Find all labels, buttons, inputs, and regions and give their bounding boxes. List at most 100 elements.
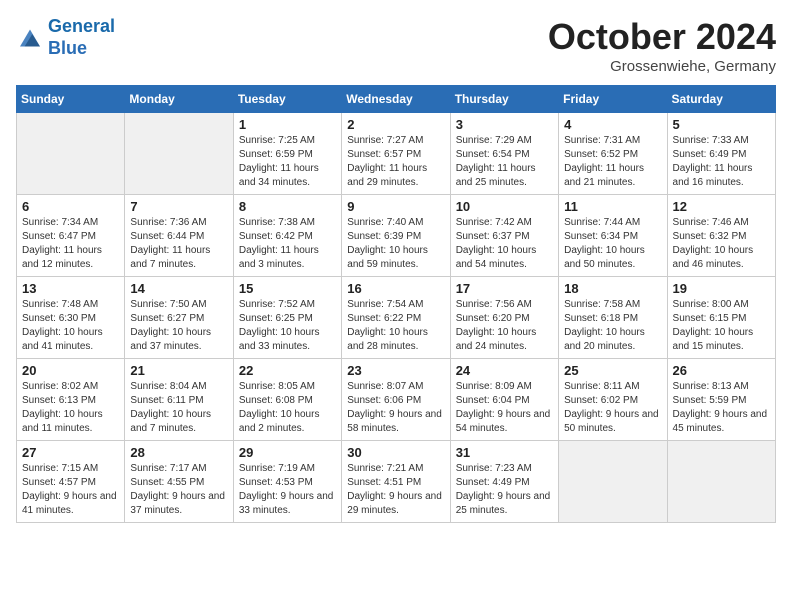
table-cell: 1 Sunrise: 7:25 AMSunset: 6:59 PMDaylight… <box>233 113 341 195</box>
logo-line2: Blue <box>48 38 87 58</box>
table-cell: 28Sunrise: 7:17 AMSunset: 4:55 PMDayligh… <box>125 441 233 523</box>
day-detail: Sunrise: 7:31 AMSunset: 6:52 PMDaylight:… <box>564 134 661 190</box>
logo-icon <box>18 28 42 48</box>
day-number: 4 <box>564 117 661 132</box>
day-number: 7 <box>130 199 227 214</box>
header-monday: Monday <box>125 86 233 113</box>
day-detail: Sunrise: 7:56 AMSunset: 6:20 PMDaylight:… <box>456 298 553 354</box>
day-detail: Sunrise: 7:34 AMSunset: 6:47 PMDaylight:… <box>22 216 119 272</box>
table-cell: 5Sunrise: 7:33 AMSunset: 6:49 PMDaylight… <box>667 113 775 195</box>
day-detail: Sunrise: 7:15 AMSunset: 4:57 PMDaylight:… <box>22 462 119 518</box>
table-cell: 26 Sunrise: 8:13 AMSunset: 5:59 PMDayligh… <box>667 359 775 441</box>
day-detail: Sunrise: 7:52 AMSunset: 6:25 PMDaylight:… <box>239 298 336 354</box>
day-number: 6 <box>22 199 119 214</box>
day-detail: Sunrise: 7:54 AMSunset: 6:22 PMDaylight:… <box>347 298 444 354</box>
day-detail: Sunrise: 7:25 AMSunset: 6:59 PMDaylight:… <box>239 134 336 190</box>
table-cell: 10 Sunrise: 7:42 AMSunset: 6:37 PMDayligh… <box>450 195 558 277</box>
page-header: General Blue October 2024 Grossenwiehe, … <box>16 16 776 75</box>
day-detail: Sunrise: 8:09 AMSunset: 6:04 PMDaylight:… <box>456 380 553 436</box>
calendar-table: SundayMondayTuesdayWednesdayThursdayFrid… <box>16 85 776 523</box>
header-sunday: Sunday <box>17 86 125 113</box>
day-number: 31 <box>456 445 553 460</box>
table-cell: 25 Sunrise: 8:11 AMSunset: 6:02 PMDayligh… <box>559 359 667 441</box>
day-detail: Sunrise: 8:11 AMSunset: 6:02 PMDaylight:… <box>564 380 661 436</box>
table-cell: 20 Sunrise: 8:02 AMSunset: 6:13 PMDayligh… <box>17 359 125 441</box>
table-cell <box>559 441 667 523</box>
day-detail: Sunrise: 7:42 AMSunset: 6:37 PMDaylight:… <box>456 216 553 272</box>
table-cell: 9Sunrise: 7:40 AMSunset: 6:39 PMDaylight… <box>342 195 450 277</box>
day-number: 16 <box>347 281 444 296</box>
table-cell: 17 Sunrise: 7:56 AMSunset: 6:20 PMDayligh… <box>450 277 558 359</box>
day-detail: Sunrise: 7:48 AMSunset: 6:30 PMDaylight:… <box>22 298 119 354</box>
week-row-2: 6 Sunrise: 7:34 AMSunset: 6:47 PMDaylight… <box>17 195 776 277</box>
table-cell: 4 Sunrise: 7:31 AMSunset: 6:52 PMDaylight… <box>559 113 667 195</box>
day-detail: Sunrise: 7:46 AMSunset: 6:32 PMDaylight:… <box>673 216 770 272</box>
table-cell: 24 Sunrise: 8:09 AMSunset: 6:04 PMDayligh… <box>450 359 558 441</box>
day-number: 26 <box>673 363 770 378</box>
table-cell: 13 Sunrise: 7:48 AMSunset: 6:30 PMDayligh… <box>17 277 125 359</box>
day-number: 9 <box>347 199 444 214</box>
header-friday: Friday <box>559 86 667 113</box>
table-cell: 6 Sunrise: 7:34 AMSunset: 6:47 PMDaylight… <box>17 195 125 277</box>
header-saturday: Saturday <box>667 86 775 113</box>
day-number: 21 <box>130 363 227 378</box>
logo: General Blue <box>16 16 115 59</box>
day-number: 20 <box>22 363 119 378</box>
day-number: 18 <box>564 281 661 296</box>
table-cell: 8 Sunrise: 7:38 AMSunset: 6:42 PMDaylight… <box>233 195 341 277</box>
table-cell: 7 Sunrise: 7:36 AMSunset: 6:44 PMDaylight… <box>125 195 233 277</box>
day-number: 2 <box>347 117 444 132</box>
day-detail: Sunrise: 7:23 AMSunset: 4:49 PMDaylight:… <box>456 462 553 518</box>
table-cell: 18 Sunrise: 7:58 AMSunset: 6:18 PMDayligh… <box>559 277 667 359</box>
table-cell: 11 Sunrise: 7:44 AMSunset: 6:34 PMDayligh… <box>559 195 667 277</box>
week-row-1: 1 Sunrise: 7:25 AMSunset: 6:59 PMDaylight… <box>17 113 776 195</box>
day-number: 12 <box>673 199 770 214</box>
day-detail: Sunrise: 7:38 AMSunset: 6:42 PMDaylight:… <box>239 216 336 272</box>
table-cell: 15Sunrise: 7:52 AMSunset: 6:25 PMDayligh… <box>233 277 341 359</box>
day-number: 10 <box>456 199 553 214</box>
day-number: 24 <box>456 363 553 378</box>
table-cell: 14Sunrise: 7:50 AMSunset: 6:27 PMDayligh… <box>125 277 233 359</box>
table-cell: 21 Sunrise: 8:04 AMSunset: 6:11 PMDayligh… <box>125 359 233 441</box>
week-row-3: 13 Sunrise: 7:48 AMSunset: 6:30 PMDayligh… <box>17 277 776 359</box>
header-thursday: Thursday <box>450 86 558 113</box>
week-row-4: 20 Sunrise: 8:02 AMSunset: 6:13 PMDayligh… <box>17 359 776 441</box>
header-tuesday: Tuesday <box>233 86 341 113</box>
day-detail: Sunrise: 8:02 AMSunset: 6:13 PMDaylight:… <box>22 380 119 436</box>
day-number: 11 <box>564 199 661 214</box>
day-number: 29 <box>239 445 336 460</box>
day-number: 8 <box>239 199 336 214</box>
day-number: 23 <box>347 363 444 378</box>
day-detail: Sunrise: 7:58 AMSunset: 6:18 PMDaylight:… <box>564 298 661 354</box>
day-number: 13 <box>22 281 119 296</box>
table-cell: 29 Sunrise: 7:19 AMSunset: 4:53 PMDayligh… <box>233 441 341 523</box>
day-number: 14 <box>130 281 227 296</box>
table-cell: 16 Sunrise: 7:54 AMSunset: 6:22 PMDayligh… <box>342 277 450 359</box>
day-detail: Sunrise: 7:36 AMSunset: 6:44 PMDaylight:… <box>130 216 227 272</box>
day-number: 17 <box>456 281 553 296</box>
table-cell: 30Sunrise: 7:21 AMSunset: 4:51 PMDayligh… <box>342 441 450 523</box>
day-detail: Sunrise: 7:27 AMSunset: 6:57 PMDaylight:… <box>347 134 444 190</box>
day-number: 25 <box>564 363 661 378</box>
day-detail: Sunrise: 8:13 AMSunset: 5:59 PMDaylight:… <box>673 380 770 436</box>
day-number: 1 <box>239 117 336 132</box>
table-cell: 22Sunrise: 8:05 AMSunset: 6:08 PMDayligh… <box>233 359 341 441</box>
day-detail: Sunrise: 8:07 AMSunset: 6:06 PMDaylight:… <box>347 380 444 436</box>
day-number: 5 <box>673 117 770 132</box>
table-cell: 31 Sunrise: 7:23 AMSunset: 4:49 PMDayligh… <box>450 441 558 523</box>
table-cell <box>125 113 233 195</box>
day-detail: Sunrise: 7:19 AMSunset: 4:53 PMDaylight:… <box>239 462 336 518</box>
table-cell: 23 Sunrise: 8:07 AMSunset: 6:06 PMDayligh… <box>342 359 450 441</box>
day-number: 30 <box>347 445 444 460</box>
day-number: 3 <box>456 117 553 132</box>
week-row-5: 27Sunrise: 7:15 AMSunset: 4:57 PMDayligh… <box>17 441 776 523</box>
table-cell: 27Sunrise: 7:15 AMSunset: 4:57 PMDayligh… <box>17 441 125 523</box>
day-detail: Sunrise: 7:44 AMSunset: 6:34 PMDaylight:… <box>564 216 661 272</box>
table-cell: 19Sunrise: 8:00 AMSunset: 6:15 PMDayligh… <box>667 277 775 359</box>
month-title: October 2024 <box>548 16 776 58</box>
day-detail: Sunrise: 8:04 AMSunset: 6:11 PMDaylight:… <box>130 380 227 436</box>
table-cell: 12 Sunrise: 7:46 AMSunset: 6:32 PMDayligh… <box>667 195 775 277</box>
location: Grossenwiehe, Germany <box>548 58 776 75</box>
day-detail: Sunrise: 7:17 AMSunset: 4:55 PMDaylight:… <box>130 462 227 518</box>
logo-line1: General <box>48 16 115 36</box>
